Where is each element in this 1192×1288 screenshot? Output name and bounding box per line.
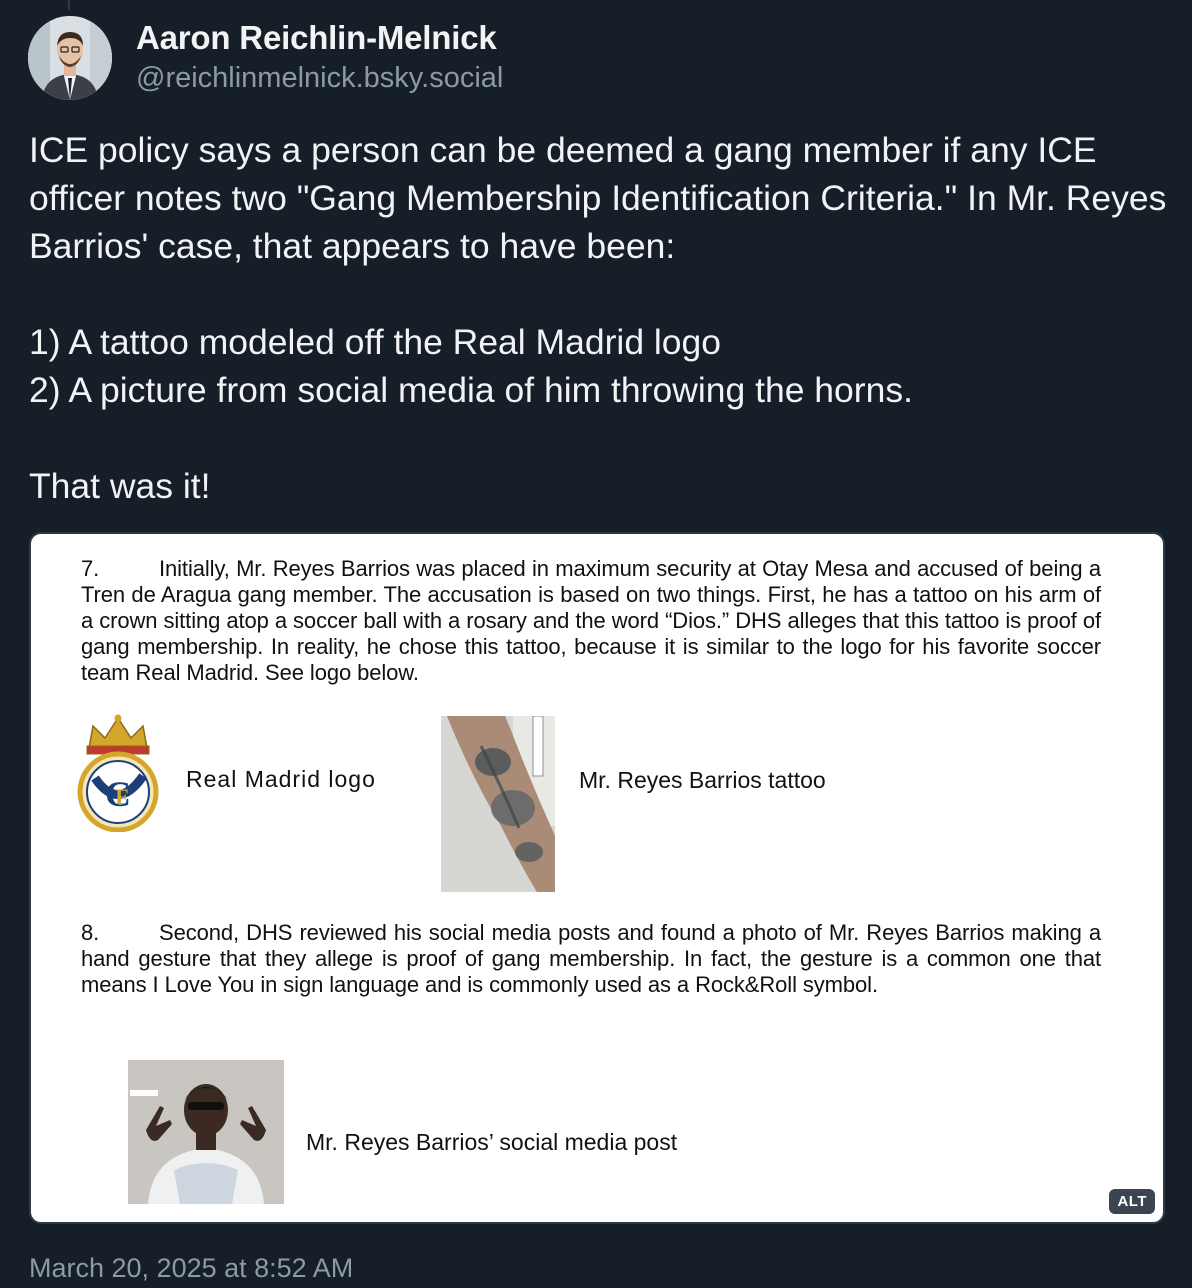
social-media-photo [128,1060,284,1204]
post-body: ICE policy says a person can be deemed a… [29,126,1169,510]
svg-text:F: F [115,784,128,809]
paragraph-text: Initially, Mr. Reyes Barrios was placed … [81,556,1101,685]
document-paragraph-7: 7. Initially, Mr. Reyes Barrios was place… [81,556,1101,686]
real-madrid-logo: C F [77,714,159,832]
social-media-caption: Mr. Reyes Barrios’ social media post [306,1129,678,1155]
author-display-name[interactable]: Aaron Reichlin-Melnick [136,18,503,58]
document-paragraph-8: 8. Second, DHS reviewed his social media … [81,920,1101,998]
tattoo-photo [441,716,555,892]
post-timestamp[interactable]: March 20, 2025 at 8:52 AM [29,1250,353,1286]
alt-text-button[interactable]: ALT [1109,1189,1155,1214]
author-handle[interactable]: @reichlinmelnick.bsky.social [136,59,503,97]
tattoo-caption: Mr. Reyes Barrios tattoo [579,767,826,793]
paragraph-text: Second, DHS reviewed his social media po… [81,920,1101,997]
embedded-image[interactable]: 7. Initially, Mr. Reyes Barrios was place… [29,532,1165,1224]
post-closing: That was it! [29,466,211,506]
post-paragraph: ICE policy says a person can be deemed a… [29,130,1167,266]
logo-caption: Real Madrid logo [186,766,376,792]
post-list-item: 2) A picture from social media of him th… [29,370,913,410]
thread-connector-line [68,0,70,10]
avatar[interactable] [28,16,112,100]
paragraph-number: 8. [81,920,100,945]
avatar-image [28,16,112,100]
post-author[interactable]: Aaron Reichlin-Melnick @reichlinmelnick.… [136,18,503,97]
paragraph-number: 7. [81,556,100,581]
post-list-item: 1) A tattoo modeled off the Real Madrid … [29,322,722,362]
